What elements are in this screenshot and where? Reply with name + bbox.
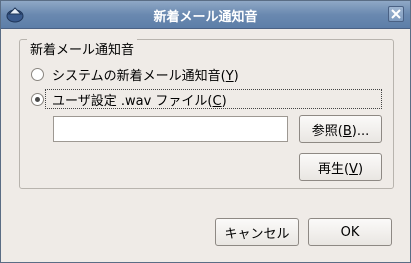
play-button[interactable]: 再生(V) — [299, 153, 382, 181]
close-icon — [391, 9, 401, 19]
dialog-window: 新着メール通知音 新着メール通知音 システムの新着メール通知音(Y) ユーザ設定… — [0, 0, 411, 263]
user-wav-label: ユーザ設定 .wav ファイル(C) — [52, 93, 227, 109]
system-sound-option[interactable]: システムの新着メール通知音(Y) — [31, 65, 239, 84]
system-sound-label: システムの新着メール通知音(Y) — [52, 68, 239, 84]
system-sound-radio[interactable] — [31, 67, 44, 81]
titlebar[interactable]: 新着メール通知音 — [1, 1, 410, 29]
wav-file-path-input[interactable] — [53, 116, 288, 142]
browse-button[interactable]: 参照(B)... — [299, 115, 382, 143]
window-title: 新着メール通知音 — [153, 10, 258, 25]
cancel-button[interactable]: キャンセル — [215, 218, 299, 246]
ok-button[interactable]: OK — [308, 218, 392, 246]
group-label: 新着メール通知音 — [27, 39, 138, 58]
user-wav-option[interactable]: ユーザ設定 .wav ファイル(C) — [31, 90, 227, 109]
close-button[interactable] — [388, 6, 404, 22]
user-wav-radio[interactable] — [31, 92, 44, 106]
